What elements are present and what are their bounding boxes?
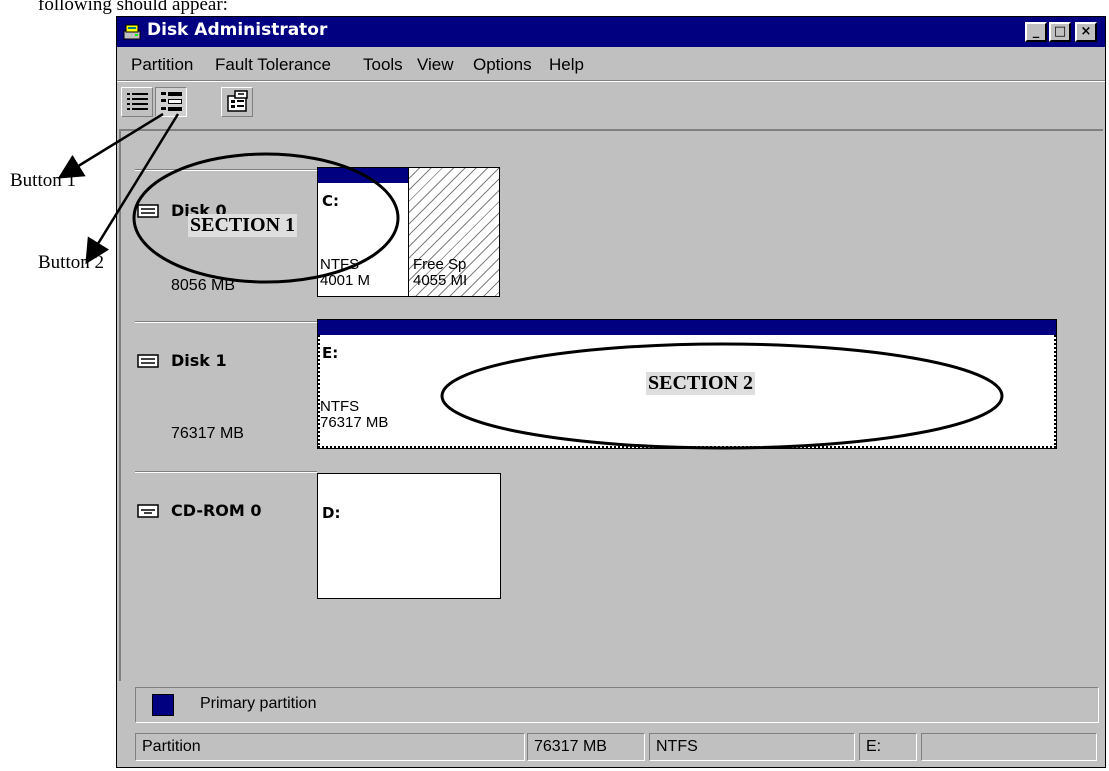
section-1-label: SECTION 1 [188, 214, 298, 237]
free-space-label: Free Sp [413, 256, 467, 273]
primary-partition-band [318, 168, 408, 183]
button-2-label: Button 2 [38, 252, 104, 273]
disk-0-separator [135, 169, 317, 171]
cdrom-0-separator [135, 471, 317, 473]
volumes-view-button[interactable] [121, 87, 153, 117]
volumes-view-icon [127, 93, 148, 110]
disk-administrator-window: Disk Administrator _ □ × Partition Fault… [116, 16, 1106, 768]
legend-label: Primary partition [200, 695, 317, 712]
legend-bar: Primary partition [135, 687, 1099, 723]
hard-disk-icon [137, 204, 159, 218]
cdrom-0-name: CD-ROM 0 [171, 501, 262, 520]
close-button[interactable]: × [1075, 22, 1097, 42]
toolbar [117, 81, 1105, 125]
disk-1-separator [135, 321, 317, 323]
properties-button[interactable] [221, 87, 253, 117]
menu-options[interactable]: Options [473, 55, 532, 75]
button-1-label: Button 1 [10, 170, 76, 191]
disk-1-name: Disk 1 [171, 351, 227, 370]
section-2-label: SECTION 2 [646, 372, 756, 395]
status-extra [921, 733, 1097, 761]
menu-view[interactable]: View [417, 55, 454, 75]
status-filesystem: NTFS [649, 733, 855, 761]
title-bar[interactable]: Disk Administrator _ □ × [117, 17, 1105, 47]
disk-configuration-view-icon [161, 92, 182, 111]
partition-c[interactable]: C: NTFS 4001 M [317, 167, 409, 297]
free-space-size: 4055 MI [413, 272, 468, 289]
partition-e-letter: E: [322, 344, 339, 362]
document-caption: following should appear: [38, 0, 228, 15]
status-size: 76317 MB [527, 733, 645, 761]
menu-partition[interactable]: Partition [131, 55, 193, 75]
primary-partition-swatch [152, 694, 174, 716]
window-title: Disk Administrator [147, 20, 328, 40]
disk-display-area: Disk 0 8056 MB C: NTFS 4001 M Free Sp 40… [119, 129, 1103, 681]
properties-icon [227, 90, 248, 112]
disk-configuration-view-button[interactable] [155, 87, 187, 117]
partition-e-filesystem: NTFS [320, 398, 360, 415]
cdrom-drive-icon [137, 504, 159, 518]
menu-fault-tolerance[interactable]: Fault Tolerance [215, 55, 331, 75]
maximize-button[interactable]: □ [1049, 22, 1071, 42]
cdrom-d-letter: D: [322, 504, 341, 522]
status-partition-type: Partition [135, 733, 525, 761]
disk-1-size: 76317 MB [171, 425, 244, 442]
menu-bar: Partition Fault Tolerance Tools View Opt… [117, 47, 1105, 79]
menu-tools[interactable]: Tools [363, 55, 403, 75]
free-space-disk-0[interactable]: Free Sp 4055 MI [408, 167, 500, 297]
partition-c-letter: C: [322, 192, 340, 210]
cdrom-d[interactable]: D: [317, 473, 501, 599]
minimize-button[interactable]: _ [1025, 22, 1047, 42]
menu-help[interactable]: Help [549, 55, 584, 75]
status-drive-letter: E: [859, 733, 917, 761]
hard-disk-icon [137, 354, 159, 368]
primary-partition-band [318, 320, 1056, 335]
partition-c-filesystem: NTFS [320, 256, 360, 273]
disk-0-size: 8056 MB [171, 277, 236, 294]
partition-e-size: 76317 MB [320, 414, 389, 431]
disk-administrator-app-icon [123, 24, 141, 40]
partition-c-size: 4001 M [320, 272, 371, 289]
